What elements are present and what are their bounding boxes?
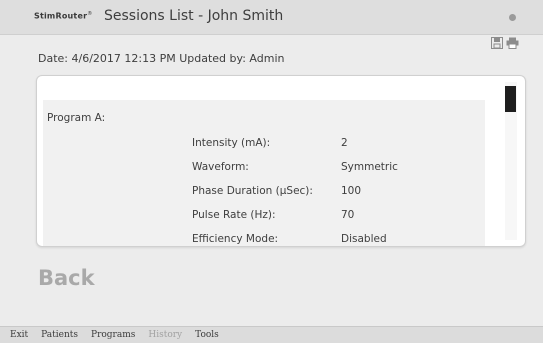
program-details-panel[interactable]: Program A: Intensity (mA): 2 Waveform: S… [43, 100, 485, 246]
param-label: Phase Duration (µSec): [192, 185, 313, 197]
param-label: Pulse Rate (Hz): [192, 209, 276, 221]
brand-registered-mark: ® [87, 11, 93, 17]
back-button[interactable]: Back [38, 266, 95, 290]
scrollbar-thumb[interactable] [505, 86, 516, 112]
nav-item-exit[interactable]: Exit [10, 330, 28, 340]
param-row-intensity: Intensity (mA): 2 [43, 137, 485, 157]
brand-logo: StimRouter® [34, 11, 92, 21]
param-label: Intensity (mA): [192, 137, 271, 149]
param-label: Efficiency Mode: [192, 233, 279, 245]
window-title: Sessions List - John Smith [104, 8, 284, 24]
nav-item-history[interactable]: History [148, 330, 182, 340]
param-value: Disabled [341, 233, 387, 245]
status-dot-icon [509, 14, 516, 21]
program-label: Program A: [47, 112, 106, 124]
param-row-pulse-rate: Pulse Rate (Hz): 70 [43, 209, 485, 229]
param-label: Waveform: [192, 161, 249, 173]
param-row-efficiency-mode: Efficiency Mode: Disabled [43, 233, 485, 246]
save-icon[interactable] [491, 37, 503, 49]
param-value: Symmetric [341, 161, 398, 173]
toolbar-icons [491, 37, 519, 49]
scrollbar-track[interactable] [505, 82, 517, 240]
param-value: 70 [341, 209, 355, 221]
param-row-waveform: Waveform: Symmetric [43, 161, 485, 181]
bottom-nav: Exit Patients Programs History Tools [0, 326, 543, 343]
session-details-card: Program A: Intensity (mA): 2 Waveform: S… [36, 75, 526, 247]
session-date-line: Date: 4/6/2017 12:13 PM Updated by: Admi… [38, 52, 285, 65]
brand-name: StimRouter [34, 11, 88, 21]
title-bar: StimRouter® Sessions List - John Smith [0, 0, 543, 35]
param-value: 100 [341, 185, 362, 197]
param-row-phase-duration: Phase Duration (µSec): 100 [43, 185, 485, 205]
nav-item-tools[interactable]: Tools [195, 330, 219, 340]
nav-item-programs[interactable]: Programs [91, 330, 135, 340]
param-value: 2 [341, 137, 348, 149]
print-icon[interactable] [506, 37, 519, 49]
nav-item-patients[interactable]: Patients [41, 330, 78, 340]
